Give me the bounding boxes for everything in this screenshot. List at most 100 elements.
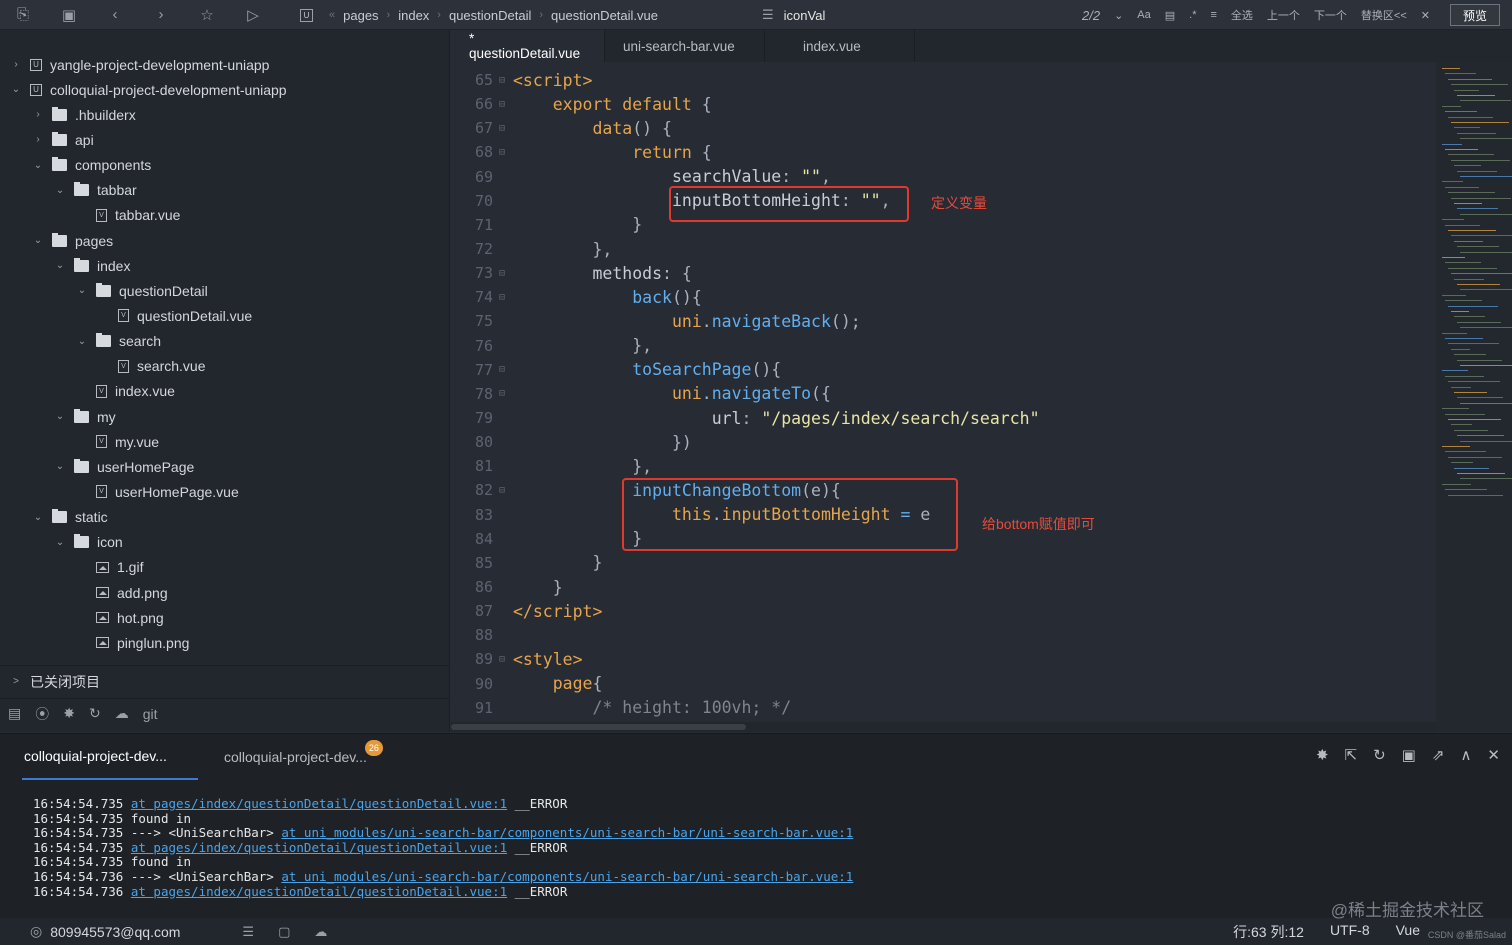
tree-item[interactable]: Vmy.vue (0, 429, 450, 454)
log-link[interactable]: at uni_modules/uni-search-bar/components… (281, 825, 853, 840)
tree-item[interactable]: Vtabbar.vue (0, 203, 450, 228)
fold-icon[interactable]: ⊟ (493, 364, 511, 375)
folder-icon[interactable]: ▤ (8, 705, 21, 722)
tree-item[interactable]: ⌄ pages (0, 228, 450, 253)
preview-button[interactable]: 预览 (1450, 4, 1500, 26)
tab-index[interactable]: index.vue (765, 30, 915, 62)
fold-icon[interactable]: ⊟ (493, 75, 511, 86)
code-line[interactable]: 71 } (451, 213, 1436, 237)
tab-questiondetail[interactable]: * questionDetail.vue (451, 30, 605, 62)
tree-item[interactable]: ⌄ index (0, 253, 450, 278)
select-all-button[interactable]: 全选 (1231, 7, 1253, 23)
restart-icon[interactable]: ↻ (1373, 746, 1386, 764)
debug-icon[interactable]: ✸ (1316, 746, 1329, 764)
code-line[interactable]: 79 url: "/pages/index/search/search" (451, 406, 1436, 430)
tree-item[interactable]: 1.gif (0, 555, 450, 580)
list-icon[interactable]: ☰ (242, 924, 254, 940)
tree-item[interactable]: hot.png (0, 605, 450, 630)
breadcrumb-item[interactable]: questionDetail (449, 8, 531, 23)
minimap[interactable] (1436, 62, 1512, 732)
tree-item[interactable]: › api (0, 127, 450, 152)
search-input[interactable]: iconVal (784, 8, 826, 23)
list-icon[interactable]: ≡ (1211, 9, 1217, 21)
code-line[interactable]: 75 uni.navigateBack(); (451, 309, 1436, 333)
code-line[interactable]: 73 ⊟ methods: { (451, 261, 1436, 285)
tree-item[interactable]: ⌄ Ucolloquial-project-development-uniapp (0, 77, 450, 102)
tree-item[interactable]: ⌄ questionDetail (0, 278, 450, 303)
back-arrow-icon[interactable]: ‹ (104, 4, 126, 26)
code-line[interactable]: 77 ⊟ toSearchPage(){ (451, 358, 1436, 382)
cloud-icon[interactable]: ☁ (115, 705, 129, 722)
horizontal-scrollbar[interactable] (451, 722, 1436, 732)
chevron-down-icon[interactable]: ⌄ (32, 512, 44, 523)
tree-item[interactable]: Vsearch.vue (0, 354, 450, 379)
fold-icon[interactable]: ⊟ (493, 147, 511, 158)
code-line[interactable]: 76 }, (451, 334, 1436, 358)
prev-match-button[interactable]: 上一个 (1267, 7, 1300, 23)
tree-item[interactable]: ⌄ tabbar (0, 178, 450, 203)
fold-icon[interactable]: ⊟ (493, 268, 511, 279)
log-link[interactable]: at pages/index/questionDetail/questionDe… (131, 884, 507, 899)
breadcrumb-item[interactable]: index (398, 8, 429, 23)
code-line[interactable]: 80 }) (451, 430, 1436, 454)
code-line[interactable]: 66 ⊟ export default { (451, 92, 1436, 116)
stop-icon[interactable]: ▣ (1402, 746, 1416, 764)
binoculars-icon[interactable]: ⦿ (35, 704, 49, 724)
code-line[interactable]: 69 searchValue: "", (451, 165, 1436, 189)
next-match-button[interactable]: 下一个 (1314, 7, 1347, 23)
breadcrumb-item[interactable]: questionDetail.vue (551, 8, 658, 23)
chevron-down-icon[interactable]: ⌄ (54, 185, 66, 196)
tree-item[interactable]: pinglun.png (0, 630, 450, 655)
fold-icon[interactable]: ⊟ (493, 485, 511, 496)
code-line[interactable]: 88 (451, 623, 1436, 647)
open-external-icon[interactable]: ⇗ (1432, 746, 1445, 764)
code-line[interactable]: 67 ⊟ data() { (451, 116, 1436, 140)
log-link[interactable]: at pages/index/questionDetail/questionDe… (131, 796, 507, 811)
chevron-down-icon[interactable]: ⌄ (54, 461, 66, 472)
forward-arrow-icon[interactable]: › (150, 4, 172, 26)
fold-icon[interactable]: ⊟ (493, 99, 511, 110)
closed-projects[interactable]: > 已关闭项目 (0, 665, 450, 697)
refresh-icon[interactable]: ↻ (89, 705, 101, 722)
encoding[interactable]: UTF-8 (1330, 922, 1370, 942)
code-line[interactable]: 65 ⊟ <script> (451, 68, 1436, 92)
tab-uni-search-bar[interactable]: uni-search-bar.vue (605, 30, 765, 62)
tree-item[interactable]: Vindex.vue (0, 379, 450, 404)
fold-icon[interactable]: ⊟ (493, 654, 511, 665)
code-line[interactable]: 81 }, (451, 454, 1436, 478)
chevron-down-icon[interactable]: ⌄ (32, 235, 44, 246)
chevron-down-icon[interactable]: ⌄ (54, 260, 66, 271)
tree-item[interactable]: ⌄ static (0, 505, 450, 530)
save-icon[interactable]: ▣ (58, 4, 80, 26)
regex-icon[interactable]: .* (1189, 9, 1196, 21)
chevron-down-icon[interactable]: ⌄ (54, 537, 66, 548)
close-icon[interactable]: ✕ (1421, 9, 1430, 22)
code-line[interactable]: 78 ⊟ uni.navigateTo({ (451, 382, 1436, 406)
chevron-right-icon[interactable]: › (32, 134, 44, 145)
run-icon[interactable]: ▷ (242, 4, 264, 26)
match-case-button[interactable]: Aa (1137, 9, 1150, 21)
tree-item[interactable]: add.png (0, 580, 450, 605)
account[interactable]: ◎ 809945573@qq.com (30, 923, 180, 940)
tree-item[interactable]: ⌄ userHomePage (0, 454, 450, 479)
terminal-icon[interactable]: ▢ (278, 924, 290, 940)
chevron-up-icon[interactable]: ∧ (1460, 746, 1471, 764)
code-line[interactable]: 87 </script> (451, 599, 1436, 623)
breadcrumb-item[interactable]: pages (343, 8, 378, 23)
tree-item[interactable]: ⌄ components (0, 153, 450, 178)
export-icon[interactable]: ⇱ (1345, 746, 1358, 764)
tree-item[interactable]: ⌄ my (0, 404, 450, 429)
code-line[interactable]: 90 page{ (451, 672, 1436, 696)
chevron-right-icon[interactable]: › (32, 109, 44, 120)
star-icon[interactable]: ☆ (196, 4, 218, 26)
code-line[interactable]: 74 ⊟ back(){ (451, 285, 1436, 309)
language-mode[interactable]: Vue (1396, 922, 1420, 942)
tree-item[interactable]: › Uyangle-project-development-uniapp (0, 52, 450, 77)
chevron-right-icon[interactable]: › (10, 59, 22, 70)
fold-icon[interactable]: ⊟ (493, 292, 511, 303)
code-line[interactable]: 68 ⊟ return { (451, 140, 1436, 164)
git-button[interactable]: git (143, 706, 158, 722)
log-link[interactable]: at uni_modules/uni-search-bar/components… (281, 869, 853, 884)
new-file-icon[interactable]: ⎘ (12, 4, 34, 26)
chevron-down-icon[interactable]: ⌄ (76, 285, 88, 296)
